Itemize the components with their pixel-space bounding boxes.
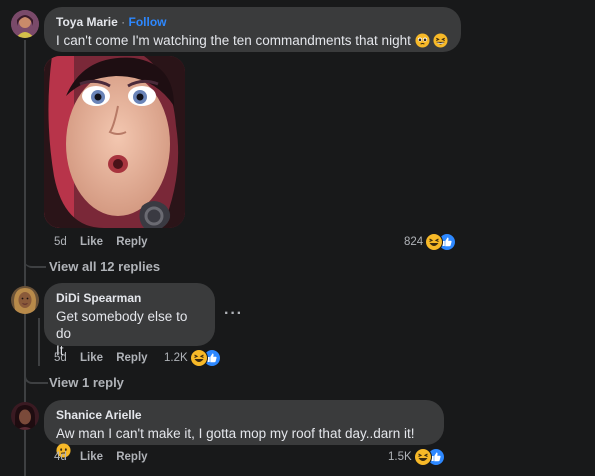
author-name[interactable]: Shanice Arielle	[56, 408, 142, 422]
avatar-image-icon	[11, 10, 39, 38]
comment-timestamp[interactable]: 4d	[54, 451, 67, 463]
reaction-count: 1.5K	[388, 451, 412, 463]
avatar[interactable]	[11, 402, 39, 430]
reaction-summary[interactable]: 1.5K	[388, 448, 445, 466]
reaction-count: 1.2K	[164, 352, 188, 364]
separator-dot: ·	[121, 15, 126, 29]
haha-reaction-icon	[425, 233, 444, 251]
comment-timestamp[interactable]: 5d	[54, 352, 67, 364]
comment-text-line-1: Get somebody else to do	[56, 309, 188, 341]
reply-button[interactable]: Reply	[116, 451, 147, 463]
author-line: Shanice Arielle	[56, 407, 432, 423]
view-replies-link[interactable]: View 1 reply	[49, 375, 124, 390]
author-name[interactable]: Toya Marie	[56, 15, 118, 29]
gif-surprised-face-icon	[44, 56, 185, 228]
like-button[interactable]: Like	[80, 352, 103, 364]
face-with-pleading-eyes-emoji	[415, 33, 430, 52]
haha-reaction-icon	[413, 448, 432, 466]
comment-actions: 5d Like Reply	[54, 234, 148, 250]
comment-timestamp[interactable]: 5d	[54, 236, 67, 248]
comment-actions: 5d Like Reply	[54, 350, 148, 366]
grinning-squinting-face-emoji	[433, 33, 448, 52]
thread-line-main	[24, 40, 26, 266]
view-replies-link[interactable]: View all 12 replies	[49, 259, 160, 274]
author-line: DiDi Spearman	[56, 290, 203, 306]
comment-text-body: I can't come I'm watching the ten comman…	[56, 33, 411, 48]
follow-link[interactable]: Follow	[129, 15, 167, 29]
reply-button[interactable]: Reply	[116, 352, 147, 364]
thread-line-reply	[38, 318, 40, 366]
avatar-image-icon	[11, 402, 39, 430]
like-button[interactable]: Like	[80, 236, 103, 248]
reply-button[interactable]: Reply	[116, 236, 147, 248]
comment-bubble: Toya Marie · Follow I can't come I'm wat…	[44, 7, 461, 52]
thread-line-main-bottom	[24, 386, 26, 476]
author-line: Toya Marie · Follow	[56, 14, 449, 30]
thread-line-curve-2	[24, 366, 48, 384]
avatar-image-icon	[11, 286, 39, 314]
like-button[interactable]: Like	[80, 451, 103, 463]
comment-text: I can't come I'm watching the ten comman…	[56, 32, 449, 52]
reaction-gif-image[interactable]	[44, 56, 185, 228]
more-options-button[interactable]: ···	[224, 305, 243, 323]
reaction-summary[interactable]: 824	[404, 233, 457, 251]
avatar[interactable]	[11, 286, 39, 314]
reaction-count: 824	[404, 236, 424, 248]
comment-actions: 4d Like Reply	[54, 449, 148, 465]
author-name[interactable]: DiDi Spearman	[56, 291, 141, 305]
comment-text-body: Aw man I can't make it, I gotta mop my r…	[56, 426, 415, 441]
haha-reaction-icon	[189, 349, 208, 367]
comment-bubble: Shanice Arielle Aw man I can't make it, …	[44, 400, 444, 458]
reaction-summary[interactable]: 1.2K	[164, 349, 221, 367]
thread-line-curve	[24, 250, 46, 268]
avatar[interactable]	[11, 10, 39, 38]
comment-bubble: DiDi Spearman Get somebody else to do It…	[44, 283, 215, 358]
